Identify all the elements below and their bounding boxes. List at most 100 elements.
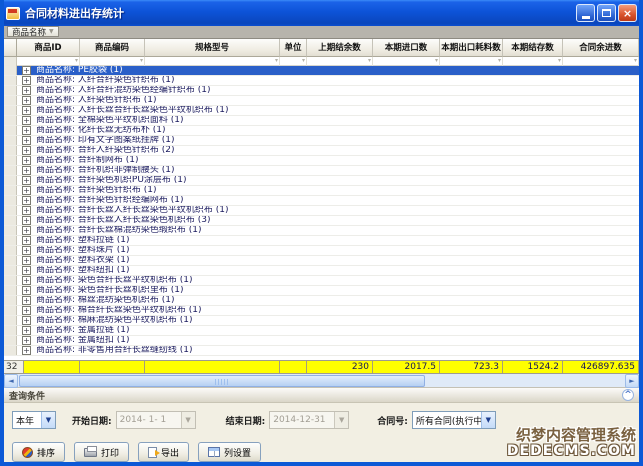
minimize-button[interactable]	[576, 4, 595, 22]
column-header[interactable]: 本期出口耗料数	[440, 39, 503, 57]
expand-plus-icon[interactable]: +	[22, 266, 31, 275]
filter-cell[interactable]: ▾	[17, 57, 80, 66]
expand-plus-icon[interactable]: +	[22, 286, 31, 295]
table-row[interactable]: +商品名称: PE胶袋 (1)	[4, 66, 639, 76]
expand-plus-icon[interactable]: +	[22, 176, 31, 185]
table-row[interactable]: +商品名称: 金属纽扣 (1)	[4, 336, 639, 346]
contract-number-select[interactable]: 所有合同(执行中 ▼	[412, 411, 496, 429]
column-header[interactable]: 本期进口数	[373, 39, 440, 57]
expand-plus-icon[interactable]: +	[22, 326, 31, 335]
column-header[interactable]: 商品ID	[17, 39, 80, 57]
table-row[interactable]: +商品名称: 合纤染色机织PU涂层布 (1)	[4, 176, 639, 186]
expand-plus-icon[interactable]: +	[22, 106, 31, 115]
period-select[interactable]: 本年 ▼	[12, 411, 56, 429]
expand-plus-icon[interactable]: +	[22, 166, 31, 175]
table-row[interactable]: +商品名称: 合纤染色针织布 (1)	[4, 186, 639, 196]
column-header[interactable]: 规格型号	[145, 39, 280, 57]
table-row[interactable]: + 商品名称: 染色合纤长丝平纹机织布 (1)	[4, 276, 639, 286]
scroll-right-arrow-icon[interactable]: ►	[625, 374, 639, 388]
expand-plus-icon[interactable]: +	[22, 276, 31, 285]
watermark: 织梦内容管理系统 DEDECMS.COM	[507, 427, 636, 459]
expand-plus-icon[interactable]: +	[22, 246, 31, 255]
end-date-select[interactable]: 2014-12-31 ▼	[269, 411, 349, 429]
table-row[interactable]: +商品名称: 合纤染色针织经编网布 (1)	[4, 196, 639, 206]
filter-cell[interactable]: ▾	[563, 57, 639, 66]
expand-plus-icon[interactable]: +	[22, 226, 31, 235]
expand-plus-icon[interactable]: +	[22, 296, 31, 305]
filter-cell[interactable]: ▾	[145, 57, 280, 66]
column-settings-button[interactable]: 列设置	[198, 442, 261, 462]
expand-plus-icon[interactable]: +	[22, 216, 31, 225]
table-row[interactable]: +商品名称: 合纤制网布 (1)	[4, 156, 639, 166]
table-row[interactable]: +商品名称: 塑料拉链 (1)	[4, 236, 639, 246]
group-by-field-button[interactable]: 商品名称 ▼	[7, 26, 59, 37]
expand-plus-icon[interactable]: +	[22, 76, 31, 85]
expand-plus-icon[interactable]: +	[22, 206, 31, 215]
export-button[interactable]: 导出	[138, 442, 189, 462]
filter-cell[interactable]: ▾	[80, 57, 145, 66]
expand-plus-icon[interactable]: +	[22, 256, 31, 265]
filter-cell[interactable]: ▾	[280, 57, 307, 66]
expand-plus-icon[interactable]: +	[22, 336, 31, 345]
expand-plus-icon[interactable]: +	[22, 86, 31, 95]
expand-plus-icon[interactable]: +	[22, 126, 31, 135]
row-indicator	[4, 256, 17, 266]
start-date-select[interactable]: 2014- 1- 1 ▼	[116, 411, 196, 429]
table-row[interactable]: +商品名称: 染色合纤长丝机织里布 (1)	[4, 286, 639, 296]
scrollbar-thumb[interactable]	[19, 375, 425, 387]
column-header[interactable]: 商品编码	[80, 39, 145, 57]
table-row[interactable]: +商品名称: 棉丝混纺染色机织布 (1)	[4, 296, 639, 306]
group-row-label: 商品名称: 染色合纤长丝平纹机织布 (1)	[36, 276, 193, 286]
horizontal-scrollbar[interactable]: ◄ ►	[4, 374, 639, 388]
table-header: 商品ID商品编码规格型号单位上期结余数本期进口数本期出口耗料数本期结存数合同余进…	[4, 39, 639, 57]
expand-plus-icon[interactable]: +	[22, 346, 31, 355]
table-row[interactable]: +商品名称: 人纤长丝合纤长丝染色平纹机织布 (1)	[4, 106, 639, 116]
table-row[interactable]: +商品名称: 塑料珠片 (1)	[4, 246, 639, 256]
column-header[interactable]: 上期结余数	[307, 39, 373, 57]
expand-plus-icon[interactable]: +	[22, 236, 31, 245]
column-header[interactable]: 本期结存数	[503, 39, 563, 57]
table-row[interactable]: +商品名称: 非零售用合纤长丝缝纫线 (1)	[4, 346, 639, 356]
expand-plus-icon[interactable]: +	[22, 156, 31, 165]
sort-button[interactable]: 排序	[12, 442, 65, 462]
expand-plus-icon[interactable]: +	[22, 306, 31, 315]
table-row[interactable]: +商品名称: 印有文字图案纸挂牌 (1)	[4, 136, 639, 146]
expand-plus-icon[interactable]: +	[22, 136, 31, 145]
titlebar[interactable]: 合同材料进出存统计 ×	[0, 0, 643, 26]
table-row[interactable]: +商品名称: 合纤长丝人纤长丝染色机织布 (3)	[4, 216, 639, 226]
expand-plus-icon[interactable]: +	[22, 116, 31, 125]
table-row[interactable]: +商品名称: 化纤长丝无纺布朴 (1)	[4, 126, 639, 136]
table-row[interactable]: +商品名称: 合纤长丝人纤长丝染色平纹机织布 (1)	[4, 206, 639, 216]
table-row[interactable]: +商品名称: 全棉染色平纹机织面料 (1)	[4, 116, 639, 126]
table-row[interactable]: +商品名称: 合纤人纤染色针织布 (2)	[4, 146, 639, 156]
filter-dropdown-icon: ▾	[435, 58, 438, 64]
expand-plus-icon[interactable]: +	[22, 196, 31, 205]
close-button[interactable]: ×	[618, 4, 637, 22]
table-row[interactable]: +商品名称: 合纤长丝棉混纺染色缎织布 (1)	[4, 226, 639, 236]
expand-plus-icon[interactable]: +	[22, 146, 31, 155]
expand-plus-icon[interactable]: +	[22, 186, 31, 195]
column-header[interactable]: 合同余进数	[563, 39, 639, 57]
table-row[interactable]: +商品名称: 棉合纤长丝染色平纹机织布 (1)	[4, 306, 639, 316]
table-row[interactable]: +商品名称: 金属拉链 (1)	[4, 326, 639, 336]
filter-cell[interactable]: ▾	[440, 57, 503, 66]
filter-cell[interactable]: ▾	[373, 57, 440, 66]
table-row[interactable]: +商品名称: 棉麻混纺染色平纹机织布 (1)	[4, 316, 639, 326]
column-header[interactable]: 单位	[280, 39, 307, 57]
print-button[interactable]: 打印	[74, 442, 129, 462]
maximize-button[interactable]	[597, 4, 616, 22]
filter-cell[interactable]: ▾	[307, 57, 373, 66]
scroll-left-arrow-icon[interactable]: ◄	[4, 374, 18, 388]
table-row[interactable]: +商品名称: 塑料衣架 (1)	[4, 256, 639, 266]
table-row[interactable]: +商品名称: 人纤合纤染色针织布 (1)	[4, 76, 639, 86]
period-select-value: 本年	[13, 414, 41, 427]
collapse-chevron-icon[interactable]: ^	[622, 389, 634, 401]
table-row[interactable]: +商品名称: 人纤合纤混纺染色经编针织布 (1)	[4, 86, 639, 96]
table-row[interactable]: +商品名称: 合纤机织非弹制腰头 (1)	[4, 166, 639, 176]
filter-cell[interactable]: ▾	[503, 57, 563, 66]
table-row[interactable]: +商品名称: 塑料纽扣 (1)	[4, 266, 639, 276]
expand-plus-icon[interactable]: +	[22, 66, 31, 75]
table-row[interactable]: +商品名称: 人纤染色针织布 (1)	[4, 96, 639, 106]
expand-plus-icon[interactable]: +	[22, 316, 31, 325]
expand-plus-icon[interactable]: +	[22, 96, 31, 105]
